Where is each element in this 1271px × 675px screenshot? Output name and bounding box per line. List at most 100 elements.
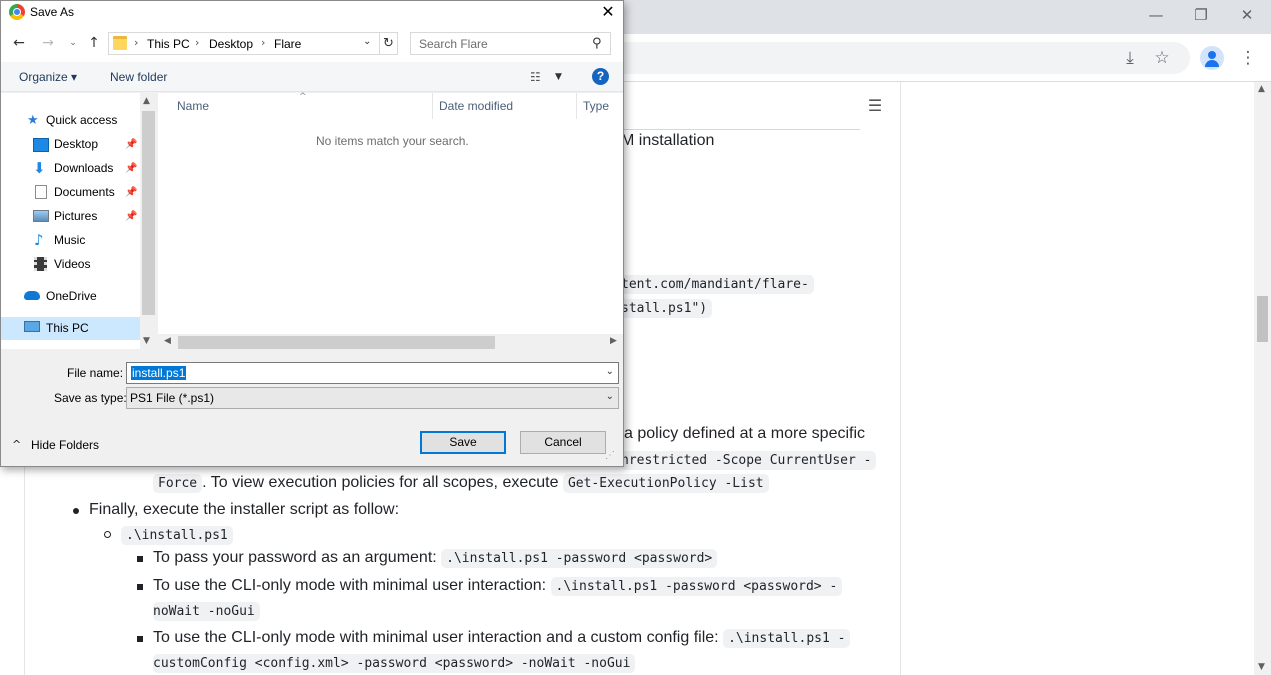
save-button[interactable]: Save (420, 431, 506, 454)
breadcrumb-this-pc[interactable]: This PC (147, 37, 190, 51)
file-name-value: install.ps1 (131, 366, 187, 380)
chevron-down-icon[interactable]: ⌄ (363, 36, 371, 47)
organize-menu[interactable]: Organize ▾ (19, 70, 77, 84)
new-folder-button[interactable]: New folder (110, 70, 167, 84)
address-bar[interactable] (600, 42, 1190, 74)
scroll-right-icon[interactable]: ▶ (610, 336, 617, 346)
nav-item-documents[interactable]: Documents 📌 (1, 184, 140, 206)
list-bullet (73, 508, 79, 514)
scroll-down-icon[interactable]: ▼ (1258, 662, 1265, 672)
chevron-down-icon[interactable]: ▼ (555, 72, 562, 82)
nav-label: Documents (54, 185, 115, 199)
nav-item-this-pc[interactable]: This PC (1, 317, 140, 340)
navigation-scrollbar[interactable]: ▲ ▼ (140, 93, 157, 349)
nav-label: Downloads (54, 161, 114, 175)
file-name-label: File name: (67, 366, 124, 380)
back-arrow-icon[interactable]: ← (10, 34, 28, 52)
nav-item-downloads[interactable]: ⬇ Downloads 📌 (1, 159, 140, 182)
save-as-type-select[interactable]: PS1 File (*.ps1) ⌄ (126, 387, 619, 409)
nav-item-quick-access[interactable]: ★ Quick access (1, 112, 140, 134)
scroll-left-icon[interactable]: ◀ (164, 336, 171, 346)
help-icon[interactable]: ? (592, 68, 609, 85)
file-list[interactable]: ^ Name Date modified Type No items match… (158, 92, 623, 349)
command-bar: Organize ▾ New folder ☷ ▼ ? (1, 62, 623, 92)
table-of-contents-icon[interactable]: ☰ (864, 96, 886, 116)
bookmark-star-icon[interactable]: ☆ (1150, 46, 1174, 70)
chevron-right-icon[interactable]: › (195, 36, 199, 49)
desktop-folder-icon (33, 138, 49, 152)
chevron-right-icon[interactable]: › (261, 36, 265, 49)
nav-label: Videos (54, 257, 91, 271)
heading-fragment: M installation (621, 132, 715, 149)
sort-ascending-icon: ^ (299, 92, 307, 102)
horizontal-scrollbar[interactable]: ◀ ▶ (158, 334, 623, 351)
column-divider[interactable] (576, 93, 577, 119)
save-as-type-label: Save as type: (54, 391, 127, 405)
cli-mode-code-1: .\install.ps1 -password <password> - (550, 577, 843, 596)
column-header-type[interactable]: Type (583, 99, 609, 113)
close-window-icon[interactable]: ✕ (1224, 4, 1270, 28)
videos-icon (34, 257, 47, 271)
nav-label: OneDrive (46, 289, 97, 303)
recent-locations-chevron-icon[interactable]: ⌄ (64, 34, 82, 52)
pin-icon[interactable]: 📌 (125, 139, 137, 150)
pin-icon[interactable]: 📌 (125, 163, 137, 174)
search-input[interactable]: Search Flare ⚲ (410, 32, 611, 55)
view-options-icon[interactable]: ☷ (530, 70, 541, 84)
horizontal-scroll-thumb[interactable] (178, 336, 495, 349)
column-header-date-modified[interactable]: Date modified (439, 99, 513, 113)
profile-avatar-icon[interactable] (1200, 46, 1224, 70)
path-bar[interactable]: › This PC › Desktop › Flare ⌄ ↻ (108, 32, 398, 55)
nav-item-desktop[interactable]: Desktop 📌 (1, 136, 140, 158)
pass-password-code: .\install.ps1 -password <password> (441, 549, 718, 568)
cli-config-code-2: customConfig <config.xml> -password <pas… (153, 654, 636, 673)
install-app-icon[interactable]: ⤓ (1118, 46, 1142, 70)
folder-icon (113, 36, 127, 50)
refresh-icon[interactable]: ↻ (379, 33, 397, 54)
search-icon[interactable]: ⚲ (592, 36, 602, 51)
chevron-down-icon[interactable]: ⌄ (606, 391, 614, 402)
dialog-title: Save As (30, 5, 75, 19)
hide-folders-button[interactable]: Hide Folders (31, 438, 99, 452)
restore-icon[interactable]: ❐ (1178, 4, 1224, 28)
nav-item-pictures[interactable]: Pictures 📌 (1, 208, 140, 230)
pin-icon[interactable]: 📌 (125, 187, 137, 198)
cancel-button[interactable]: Cancel (520, 431, 606, 454)
page-scroll-thumb[interactable] (1257, 296, 1268, 342)
page-scrollbar[interactable]: ▲ ▼ (1254, 82, 1271, 675)
nav-item-onedrive[interactable]: OneDrive (1, 288, 140, 310)
chevron-down-icon[interactable]: ⌄ (606, 366, 614, 377)
save-as-type-value: PS1 File (*.ps1) (130, 391, 215, 405)
cloud-icon (24, 291, 40, 300)
up-arrow-icon[interactable]: ↑ (85, 34, 103, 52)
divider (620, 129, 860, 130)
policy-text-fragment: a policy defined at a more specific (624, 425, 866, 442)
empty-message: No items match your search. (316, 134, 469, 148)
breadcrumb-desktop[interactable]: Desktop (209, 37, 253, 51)
chrome-logo-icon (9, 4, 25, 20)
chevron-right-icon[interactable]: › (134, 36, 138, 49)
policy-cmd-fragment: nrestricted -Scope CurrentUser - (621, 451, 877, 470)
resize-grip-icon[interactable]: ⋰ (605, 450, 615, 461)
file-name-field[interactable]: install.ps1 ⌄ (126, 362, 619, 384)
music-note-icon: ♪ (34, 231, 44, 249)
navigation-scroll-thumb[interactable] (142, 111, 155, 315)
scroll-up-icon[interactable]: ▲ (1258, 84, 1265, 94)
scroll-down-icon[interactable]: ▼ (143, 336, 150, 346)
column-header-name[interactable]: Name (177, 99, 209, 113)
save-as-dialog: Save As ✕ ← → ⌄ ↑ › This PC › Desktop › … (0, 0, 624, 467)
breadcrumb-flare[interactable]: Flare (274, 37, 301, 51)
scroll-up-icon[interactable]: ▲ (143, 96, 150, 106)
get-policy-code: Get-ExecutionPolicy -List (562, 474, 769, 493)
pin-icon[interactable]: 📌 (125, 211, 137, 222)
close-icon[interactable]: ✕ (597, 2, 619, 22)
nav-label: Quick access (46, 113, 118, 127)
minimize-icon[interactable]: — (1133, 4, 1179, 28)
forward-arrow-icon[interactable]: → (39, 34, 57, 52)
nav-item-music[interactable]: ♪ Music (1, 231, 140, 254)
nav-item-videos[interactable]: Videos (1, 256, 140, 278)
menu-kebab-icon[interactable]: ⋮ (1236, 46, 1260, 70)
chevron-up-icon[interactable]: ^ (12, 438, 21, 451)
column-divider[interactable] (432, 93, 433, 119)
save-options-panel: File name: install.ps1 ⌄ Save as type: P… (1, 351, 623, 466)
